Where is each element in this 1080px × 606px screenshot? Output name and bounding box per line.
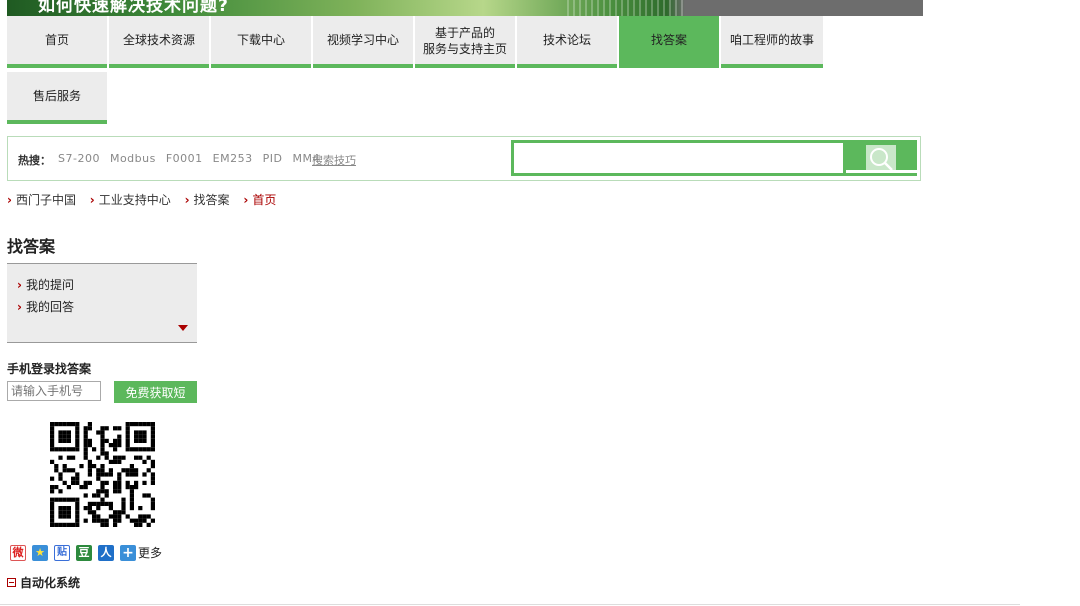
breadcrumb-item[interactable]: › 找答案 [185,191,230,208]
douban-icon[interactable]: 豆 [76,544,92,561]
chevron-right-icon: › [89,193,95,207]
hot-search-item[interactable]: Modbus [110,152,156,165]
qzone-icon[interactable]: ★ [32,544,48,561]
chevron-right-icon: › [184,193,190,207]
hot-search-label: 热搜： [18,154,51,167]
header-banner: 如何快速解决技术问题? [7,0,923,16]
search-button[interactable] [846,140,917,176]
nav-item-forum[interactable]: 技术论坛 [517,16,617,68]
share-bar: 微 ★ 贴 豆 人 + 更多 [10,544,162,561]
banner-text: 如何快速解决技术问题? [38,0,229,16]
weibo-icon[interactable]: 微 [10,544,26,561]
tieba-icon[interactable]: 贴 [54,544,70,561]
breadcrumb-item-current[interactable]: › 首页 [243,191,276,208]
triangle-down-icon[interactable] [178,325,188,331]
chevron-right-icon: › [17,300,22,314]
hot-search-item[interactable]: F0001 [166,152,203,165]
search-tips-link[interactable]: 搜索技巧 [312,152,356,168]
banner-decoration [567,0,687,16]
hot-search-item[interactable]: EM253 [213,152,253,165]
nav-item-home[interactable]: 首页 [7,16,107,68]
hot-search-list: S7-200 Modbus F0001 EM253 PID MM4 [58,152,326,165]
page-title: 找答案 [7,237,56,256]
hot-search-item[interactable]: S7-200 [58,152,100,165]
phone-input[interactable] [7,381,101,401]
nav-item-global-resources[interactable]: 全球技术资源 [109,16,209,68]
share-more-link[interactable]: 更多 [138,544,162,561]
my-answers-link[interactable]: › 我的回答 [17,298,74,315]
qr-code-image [50,422,155,527]
nav-item-downloads[interactable]: 下载中心 [211,16,311,68]
breadcrumb-item[interactable]: › 工业支持中心 [90,191,171,208]
chevron-right-icon: › [7,193,12,207]
get-sms-button[interactable]: 免费获取短信 [114,381,197,422]
breadcrumb: › 西门子中国 › 工业支持中心 › 找答案 › 首页 [7,191,286,208]
search-input[interactable] [511,140,846,176]
renren-icon[interactable]: 人 [98,544,114,561]
collapse-icon[interactable] [7,578,16,587]
search-icon [870,148,893,171]
search-bar: 热搜： S7-200 Modbus F0001 EM253 PID MM4 搜索… [7,136,921,181]
my-questions-link[interactable]: › 我的提问 [17,276,74,293]
nav-item-video-center[interactable]: 视频学习中心 [313,16,413,68]
nav-item-engineer-stories[interactable]: 咱工程师的故事 [721,16,823,68]
nav-item-find-answers[interactable]: 找答案 [619,16,719,68]
mobile-login-title: 手机登录找答案 [7,362,92,376]
divider [0,604,1020,605]
chevron-right-icon: › [17,278,22,292]
category-automation[interactable]: 自动化系统 [7,574,80,591]
breadcrumb-item[interactable]: › 西门子中国 [7,191,76,208]
nav-item-product-support[interactable]: 基于产品的 服务与支持主页 [415,16,515,68]
more-plus-icon[interactable]: + [120,544,136,561]
my-qa-menu: › 我的提问 › 我的回答 [7,263,197,343]
hot-search-item[interactable]: PID [263,152,283,165]
nav-item-after-sales[interactable]: 售后服务 [7,72,107,124]
chevron-right-icon: › [243,193,249,207]
nav-item-label: 基于产品的 服务与支持主页 [422,26,507,56]
